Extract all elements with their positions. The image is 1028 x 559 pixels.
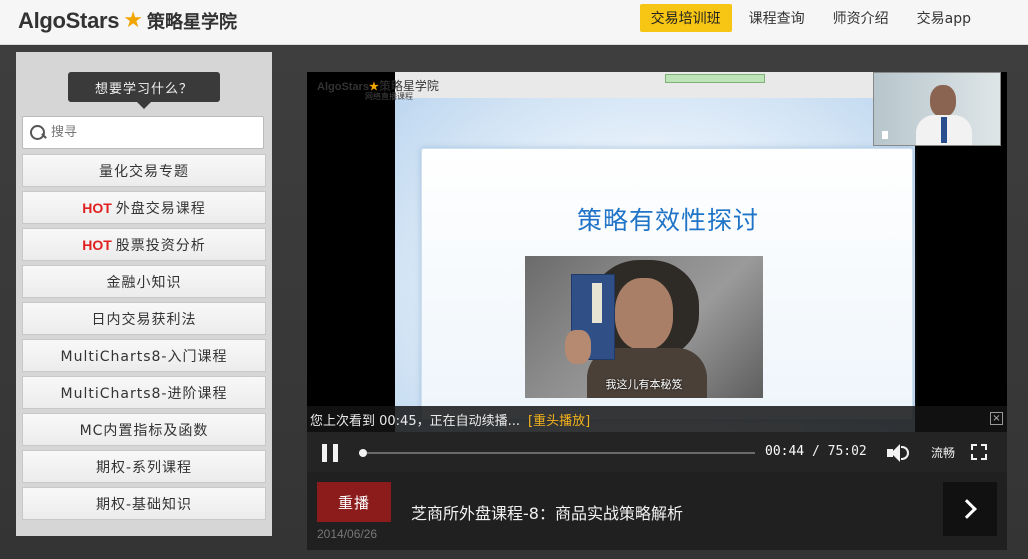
- progress-bar[interactable]: [358, 449, 755, 457]
- corner: [971, 444, 977, 450]
- course-title: 芝商所外盘课程-8：商品实战策略解析: [411, 504, 683, 523]
- logo-text-cn: 策略星学院: [146, 12, 237, 33]
- player-controls: 00:44 / 75:02 流畅: [307, 432, 1007, 472]
- sidebar-item-mc8-basic[interactable]: MultiCharts8-入门课程: [22, 339, 266, 372]
- star-icon: ★: [123, 8, 143, 33]
- sidebar-item-label: 金融小知识: [106, 274, 182, 291]
- sidebar-item-label: MultiCharts8-进阶课程: [60, 385, 228, 402]
- presenter-tag: [882, 131, 889, 139]
- book-label: [592, 283, 602, 323]
- sidebar-item-intraday[interactable]: 日内交易获利法: [22, 302, 266, 335]
- volume-icon[interactable]: [885, 443, 911, 463]
- video-screen[interactable]: AlgoStars★策略星学院 网络直播课程 策略有效性探讨 我这儿有本秘笈 您…: [307, 72, 1007, 432]
- sidebar-item-foreign-futures[interactable]: HOT 外盘交易课程: [22, 191, 266, 224]
- presenter-tie: [941, 117, 947, 143]
- sidebar-item-finance-tips[interactable]: 金融小知识: [22, 265, 266, 298]
- current-time: 00:44: [765, 444, 805, 459]
- sidebar-item-mc8-advanced[interactable]: MultiCharts8-进阶课程: [22, 376, 266, 409]
- corner: [981, 454, 987, 460]
- fullscreen-icon[interactable]: [971, 444, 987, 460]
- sidebar-item-quant[interactable]: 量化交易专题: [22, 154, 266, 187]
- sidebar-item-label: 期权-系列课程: [95, 459, 193, 476]
- sidebar-item-options-series[interactable]: 期权-系列课程: [22, 450, 266, 483]
- speaker-cone: [891, 444, 900, 462]
- progress-handle[interactable]: [358, 449, 367, 457]
- pause-icon[interactable]: [321, 444, 339, 462]
- sidebar-item-label: 量化交易专题: [99, 163, 189, 180]
- sidebar-item-label: MultiCharts8-入门课程: [60, 348, 228, 365]
- sidebar-item-stocks[interactable]: HOT 股票投资分析: [22, 228, 266, 261]
- nav-item-training[interactable]: 交易培训班: [639, 4, 732, 32]
- search-input[interactable]: [51, 125, 251, 140]
- slide-photo: 我这儿有本秘笈: [525, 256, 763, 398]
- site-header: AlgoStars ★ 策略星学院 交易培训班 课程查询 师资介绍 交易app: [0, 0, 1028, 45]
- main-nav: 交易培训班 课程查询 师资介绍 交易app: [639, 4, 982, 32]
- sidebar-item-label: MC内置指标及函数: [79, 422, 209, 439]
- sidebar-item-options-basics[interactable]: 期权-基础知识: [22, 487, 266, 520]
- slide-logo-en: AlgoStars: [317, 81, 369, 93]
- sidebar-item-label: 股票投资分析: [115, 237, 206, 254]
- logo-text-en: AlgoStars: [18, 8, 120, 33]
- photo-face: [615, 278, 673, 350]
- photo-hand: [565, 330, 591, 364]
- quality-selector[interactable]: 流畅: [931, 444, 955, 461]
- nav-item-app[interactable]: 交易app: [906, 4, 982, 32]
- corner: [971, 454, 977, 460]
- hot-badge: HOT: [82, 199, 112, 216]
- sidebar-item-label: 日内交易获利法: [91, 311, 197, 328]
- nav-item-teachers[interactable]: 师资介绍: [822, 4, 900, 32]
- time-display: 00:44 / 75:02: [765, 444, 867, 459]
- site-logo[interactable]: AlgoStars ★ 策略星学院: [18, 7, 237, 35]
- speaker-wave: [901, 446, 909, 460]
- replay-badge: 重播: [317, 482, 391, 522]
- close-icon[interactable]: ×: [990, 412, 1003, 425]
- hot-badge: HOT: [82, 236, 112, 253]
- slide-subtitle: 网络直播课程: [365, 92, 413, 101]
- sidebar-item-mc-indicators[interactable]: MC内置指标及函数: [22, 413, 266, 446]
- course-info-bar: 重播 2014/06/26 芝商所外盘课程-8：商品实战策略解析: [307, 472, 1007, 550]
- sidebar-item-label: 外盘交易课程: [115, 200, 206, 217]
- corner: [981, 444, 987, 450]
- slide-topbar: [395, 72, 915, 98]
- presenter-head: [930, 85, 956, 117]
- search-icon: [29, 124, 47, 142]
- next-course-button[interactable]: [943, 482, 997, 536]
- presenter-webcam: [873, 72, 1001, 146]
- chevron-right-icon: [957, 499, 977, 519]
- category-sidebar: 想要学习什么？ 量化交易专题 HOT外盘交易课程 HOT股票投资分析 金融小知识…: [16, 52, 272, 536]
- category-menu: 量化交易专题 HOT 外盘交易课程 HOT 股票投资分析 金融小知识 日内交易获利法…: [20, 154, 268, 520]
- status-indicator: [665, 74, 765, 83]
- resume-text: 您上次看到 00:45，正在自动续播...: [310, 413, 520, 429]
- total-time: / 75:02: [811, 444, 867, 459]
- sidebar-prompt: 想要学习什么？: [68, 72, 220, 109]
- sidebar-item-label: 期权-基础知识: [95, 496, 193, 513]
- slide-title: 策略有效性探讨: [576, 206, 759, 235]
- nav-item-course-search[interactable]: 课程查询: [738, 4, 816, 32]
- photo-caption: 我这儿有本秘笈: [605, 378, 683, 391]
- content-stage: 想要学习什么？ 量化交易专题 HOT外盘交易课程 HOT股票投资分析 金融小知识…: [0, 46, 1028, 559]
- video-player: AlgoStars★策略星学院 网络直播课程 策略有效性探讨 我这儿有本秘笈 您…: [307, 72, 1007, 550]
- restart-link[interactable]: [重头播放]: [528, 410, 590, 429]
- resume-notice: 您上次看到 00:45，正在自动续播... [重头播放]: [307, 406, 1007, 432]
- search-box[interactable]: [22, 116, 264, 149]
- course-date: 2014/06/26: [317, 527, 378, 541]
